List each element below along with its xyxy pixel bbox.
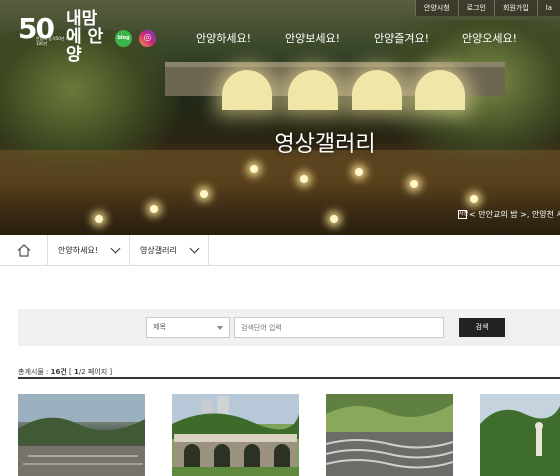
search-panel: 제목 검색 xyxy=(18,309,560,346)
main-nav: 안양하세요! 안양보세요! 안양즐겨요! 안양오세요! xyxy=(0,30,560,48)
dropdown-arrow-icon xyxy=(217,326,223,330)
photo-credit-text: < 만안교의 밤 >, 안양천 사 xyxy=(469,210,560,219)
hero-light xyxy=(150,205,158,213)
post-count-total: 16건 xyxy=(50,368,67,376)
search-field-value: 제목 xyxy=(153,323,166,331)
chevron-down-icon xyxy=(110,243,121,253)
nav-item-hello[interactable]: 안양하세요! xyxy=(196,30,251,46)
topbar-login[interactable]: 로그인 xyxy=(457,0,494,16)
page-open: [ xyxy=(66,368,74,376)
photo-credit: 사진< 만안교의 밤 >, 안양천 사 xyxy=(458,209,560,220)
nav-item-see[interactable]: 안양보세요! xyxy=(285,30,340,46)
search-field-select[interactable]: 제목 xyxy=(146,317,230,338)
breadcrumb: 안양하세요! 영상갤러리 xyxy=(0,235,560,266)
hero-river xyxy=(0,150,560,235)
hero-light xyxy=(250,165,258,173)
post-count: 총게시물 : 16건 [ 1/2 페이지 ] xyxy=(18,367,560,379)
page-title: 영상갤러리 xyxy=(274,132,376,157)
home-button[interactable] xyxy=(0,235,48,265)
video-thumbnail[interactable] xyxy=(172,394,299,476)
video-thumbnail[interactable] xyxy=(326,394,453,476)
breadcrumb-level2[interactable]: 영상갤러리 xyxy=(130,235,209,265)
chevron-down-icon xyxy=(189,243,200,253)
hero-banner: 50 내맘에 안양 안양시 승격50년 미래100년 blog ◎ 안양하세요!… xyxy=(0,0,560,235)
hero-light xyxy=(410,180,418,188)
nav-item-enjoy[interactable]: 안양즐겨요! xyxy=(374,30,429,46)
hero-light xyxy=(95,215,103,223)
hero-light xyxy=(470,195,478,203)
post-count-label: 총게시물 : xyxy=(18,368,51,376)
breadcrumb-level1[interactable]: 안양하세요! xyxy=(48,235,131,265)
thumbnail-image xyxy=(480,394,560,476)
breadcrumb-level2-label: 영상갤러리 xyxy=(140,245,177,255)
video-thumbnail[interactable] xyxy=(480,394,560,476)
hero-light xyxy=(300,175,308,183)
thumbnail-image xyxy=(326,394,453,476)
search-button[interactable]: 검색 xyxy=(459,318,505,337)
topbar-city-hall[interactable]: 안양시청 xyxy=(414,0,458,16)
nav-item-come[interactable]: 안양오세요! xyxy=(462,30,517,46)
thumbnail-image xyxy=(172,394,299,476)
home-icon xyxy=(17,243,30,257)
hero-light xyxy=(200,190,208,198)
search-input[interactable] xyxy=(234,317,444,338)
topbar-language[interactable]: la xyxy=(536,0,560,16)
breadcrumb-level1-label: 안양하세요! xyxy=(58,245,99,255)
photo-icon: 사진 xyxy=(458,210,469,219)
video-thumbnail[interactable] xyxy=(18,394,145,476)
utility-bar: 안양시청 로그인 회원가입 la xyxy=(414,0,560,16)
topbar-join[interactable]: 회원가입 xyxy=(494,0,537,16)
thumbnail-image xyxy=(18,394,145,476)
hero-light xyxy=(355,168,363,176)
page-info: /2 페이지 ] xyxy=(78,368,113,376)
hero-light xyxy=(330,215,338,223)
